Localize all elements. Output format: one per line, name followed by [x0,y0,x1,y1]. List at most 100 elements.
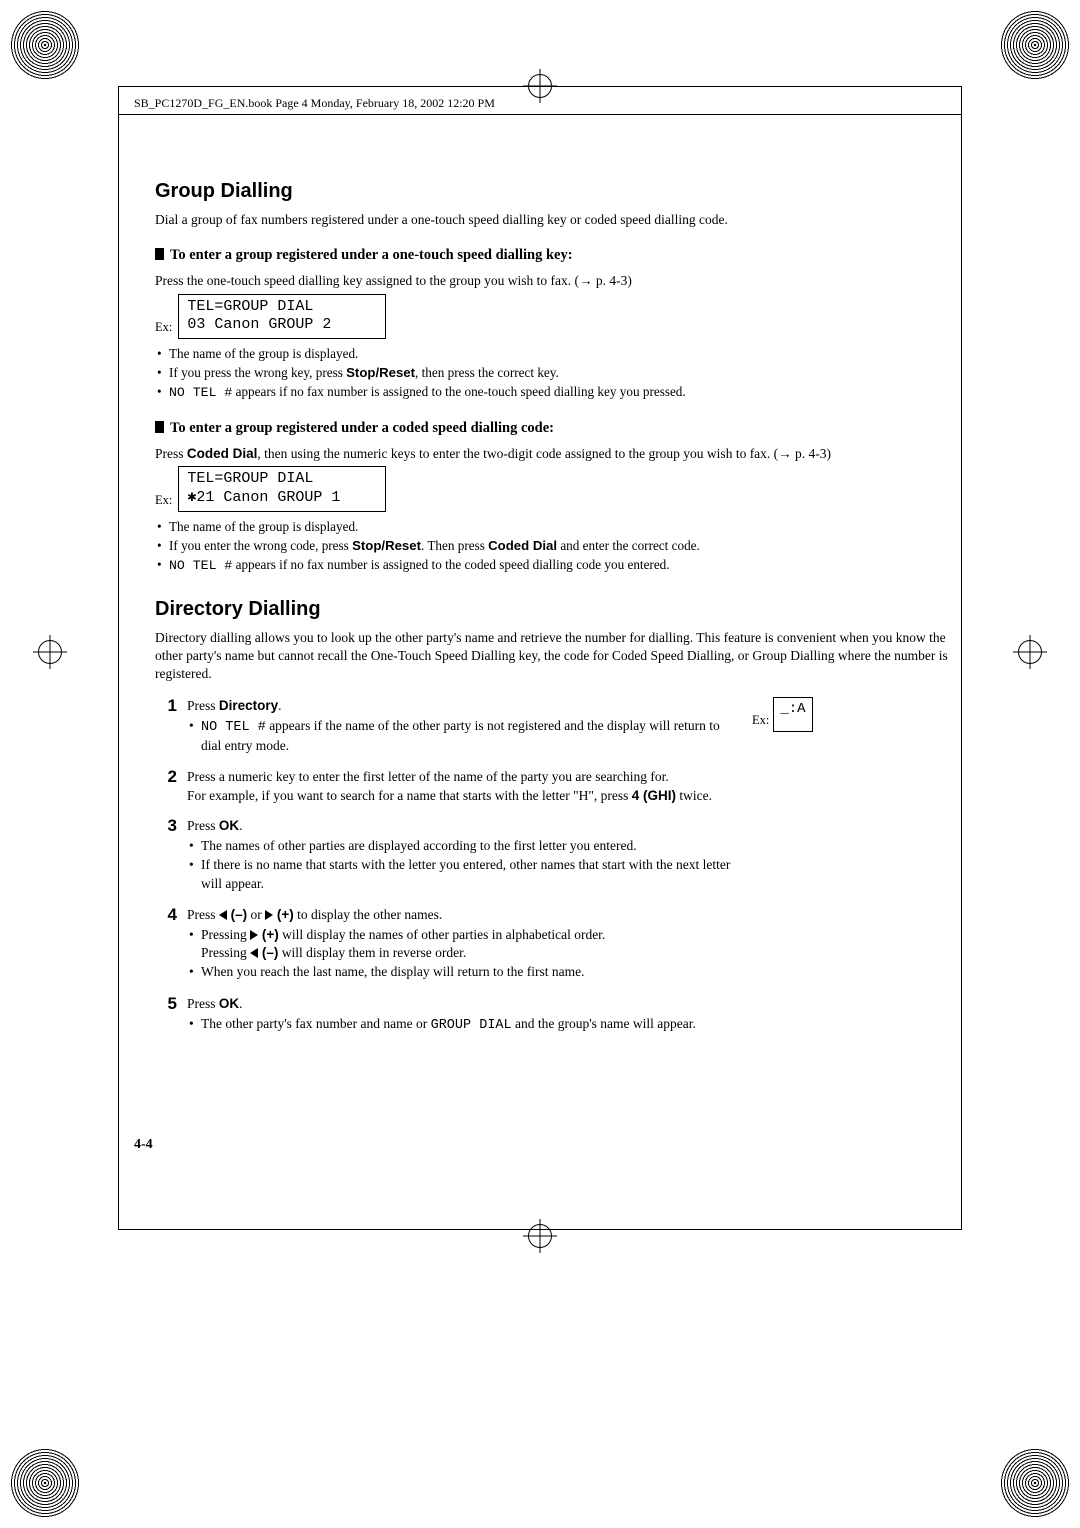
txt: The name of the group is displayed. [169,346,358,361]
subhead-onetouch-text: To enter a group registered under a one-… [170,247,573,263]
ex-label: Ex: [155,320,172,339]
bold: Stop/Reset [352,538,421,553]
txt: Press the one-touch speed dialling key a… [155,273,579,288]
txt: p. 4-3) [593,273,632,288]
frame-bottom-line [118,1229,962,1230]
sub-bullet: Pressing (+) will display the names of o… [201,926,734,962]
frame-left-line [118,86,119,1230]
sub-bullet: When you reach the last name, the displa… [201,963,734,981]
bullets-onetouch: The name of the group is displayed. If y… [155,345,962,401]
lcd-line1: TEL=GROUP DIAL [187,470,313,487]
step-body: Press OK. The other party's fax number a… [187,995,734,1036]
page-number: 4-4 [134,1137,153,1153]
txt: Pressing [201,945,250,960]
lcd-display-directory: _ :A [773,697,812,732]
content-area: Group Dialling Dial a group of fax numbe… [155,180,962,1048]
bullet: NO TEL # appears if no fax number is ass… [169,383,962,402]
txt: twice. [676,788,712,803]
step-2: 2 Press a numeric key to enter the first… [155,768,734,804]
example-side-column: Ex: _ :A [752,697,962,732]
sub-bullet: The names of other parties are displayed… [201,837,734,855]
bullet: If you enter the wrong code, press Stop/… [169,537,962,555]
block-mark-icon [155,248,164,260]
txt: Press [187,996,219,1011]
bold: OK [219,818,239,833]
triangle-right-icon [265,910,273,920]
step-number: 2 [155,768,177,804]
txt: Press a numeric key to enter the first l… [187,769,669,784]
coded-instruction: Press Coded Dial, then using the numeric… [155,445,962,463]
subhead-onetouch: To enter a group registered under a one-… [155,247,962,264]
mono: GROUP DIAL [431,1018,512,1033]
crop-mark-bottom-right [1000,1448,1070,1518]
bold: (+) [258,927,279,942]
step-1: 1 Press Directory. NO TEL # appears if t… [155,697,734,757]
example-row-2: Ex: TEL=GROUP DIAL ✱21 Canon GROUP 1 [155,466,962,512]
header-top-line [118,86,962,87]
txt: will display the names of other parties … [279,927,606,942]
txt: will display them in reverse order. [278,945,466,960]
txt: If you press the wrong key, press [169,365,346,380]
txt: appears if no fax number is assigned to … [232,557,669,572]
triangle-left-icon [250,948,258,958]
txt: and the group's name will appear. [512,1016,696,1031]
txt: The name of the group is displayed. [169,519,358,534]
ex-label: Ex: [752,697,769,728]
txt: p. 4-3) [792,446,831,461]
step-number: 4 [155,906,177,983]
mono: NO TEL # [169,385,232,400]
registration-mark-left [38,640,62,664]
intro-group-dialling: Dial a group of fax numbers registered u… [155,211,962,229]
txt: Press [187,698,219,713]
step-5: 5 Press OK. The other party's fax number… [155,995,734,1036]
txt: . [239,818,242,833]
crop-mark-top-left [10,10,80,80]
example-row-1: Ex: TEL=GROUP DIAL 03 Canon GROUP 2 [155,294,962,340]
crop-mark-top-right [1000,10,1070,80]
step-body: Press Directory. NO TEL # appears if the… [187,697,734,757]
bullet: The name of the group is displayed. [169,345,962,363]
bold: Coded Dial [488,538,557,553]
bold: (–) [227,907,247,922]
triangle-right-icon [250,930,258,940]
registration-mark-right [1018,640,1042,664]
txt: or [247,907,265,922]
txt: , then press the correct key. [415,365,559,380]
sub-bullets: NO TEL # appears if the name of the othe… [187,717,734,755]
arrow-icon: → [579,273,593,288]
txt: Press [187,907,219,922]
lcd-display-2: TEL=GROUP DIAL ✱21 Canon GROUP 1 [178,466,386,512]
subhead-coded-text: To enter a group registered under a code… [170,420,554,436]
txt: . [239,996,242,1011]
sub-bullet: The other party's fax number and name or… [201,1015,734,1035]
heading-group-dialling: Group Dialling [155,180,962,203]
bullet: If you press the wrong key, press Stop/R… [169,364,962,382]
sub-bullets: Pressing (+) will display the names of o… [187,926,734,982]
mono: NO TEL # [201,720,266,735]
heading-directory-dialling: Directory Dialling [155,598,962,621]
triangle-left-icon [219,910,227,920]
intro-directory-dialling: Directory dialling allows you to look up… [155,629,962,682]
txt: If you enter the wrong code, press [169,538,352,553]
lcd-display-1: TEL=GROUP DIAL 03 Canon GROUP 2 [178,294,386,340]
txt: appears if no fax number is assigned to … [232,384,685,399]
txt: Press [155,446,187,461]
step-body: Press a numeric key to enter the first l… [187,768,734,804]
running-header: SB_PC1270D_FG_EN.book Page 4 Monday, Feb… [134,96,495,111]
step-4: 4 Press (–) or (+) to display the other … [155,906,734,983]
bold: 4 (GHI) [632,788,676,803]
lcd-cursor: _ [780,701,788,717]
bullet: NO TEL # appears if no fax number is ass… [169,556,962,575]
step-number: 5 [155,995,177,1036]
step-number: 1 [155,697,177,757]
sub-bullets: The names of other parties are displayed… [187,837,734,893]
sub-bullets: The other party's fax number and name or… [187,1015,734,1035]
mono: NO TEL # [169,558,232,573]
ex-label: Ex: [155,493,172,512]
txt: appears if the name of the other party i… [201,718,720,753]
bullet: The name of the group is displayed. [169,518,962,536]
txt: For example, if you want to search for a… [187,788,632,803]
bold: (–) [258,945,278,960]
txt: , then using the numeric keys to enter t… [257,446,778,461]
bold: Directory [219,698,278,713]
